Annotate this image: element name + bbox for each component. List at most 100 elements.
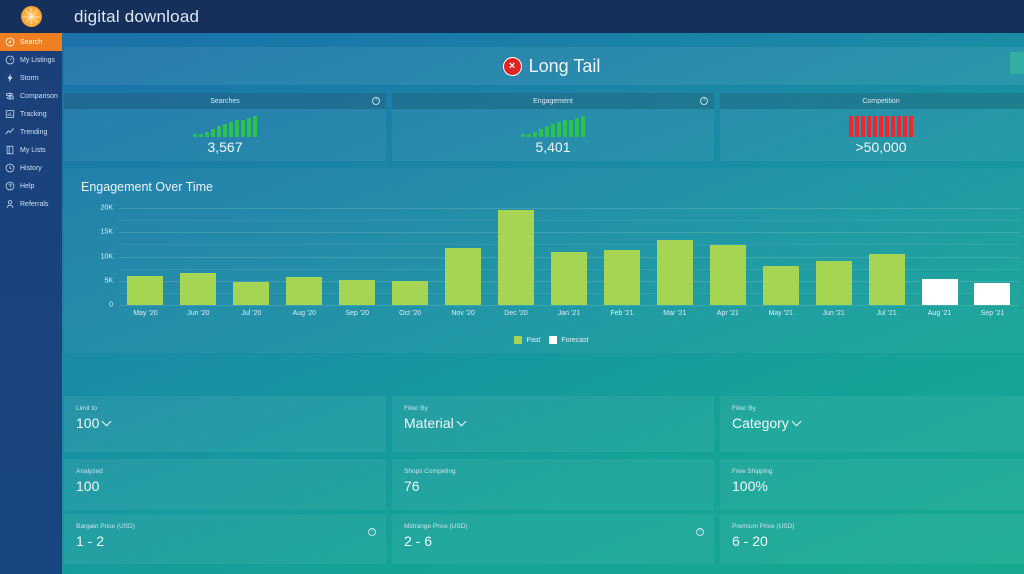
chart-bar[interactable] [127,276,164,305]
chart-bar-slot: Apr '21 [701,208,754,317]
sidebar-item-referrals[interactable]: Referrals [0,195,62,213]
sidebar-item-help[interactable]: Help [0,177,62,195]
chart-bar-slot: Sep '20 [331,208,384,317]
chart-title: Engagement Over Time [81,180,214,194]
filters-cell-limit-to[interactable]: Limit to 100 [64,396,386,452]
chart-x-tick-label: Aug '20 [292,310,317,317]
sparkline-bar [568,119,574,137]
chart-x-tick-label: Mar '21 [663,310,687,317]
sidebar-item-history[interactable]: History [0,159,62,177]
chart-bar[interactable] [656,240,693,305]
chart-y-tick-label: 10K [100,253,113,260]
chevron-down-icon[interactable] [791,416,802,427]
metric-sparkline [192,115,258,137]
chart-legend: Past Forecast [64,336,1024,344]
cell-label: Free Shipping [732,468,773,475]
chart-x-tick-label: Feb '21 [610,310,634,317]
chart-y-tick-label: 5K [104,277,113,285]
chart-x-tick-label: Apr '21 [716,310,739,317]
sidebar-item-search[interactable]: Search [0,33,62,51]
cell-value: Category [732,415,789,431]
bar-chart-icon [5,109,15,119]
chart-bar[interactable] [180,272,217,305]
sidebar-item-label: My Listings [20,56,56,64]
metric-sparkline [848,115,914,137]
filters-cell-filter-by[interactable]: Filter By Material [392,396,714,452]
sparkline-bar [848,115,854,137]
chart-bar[interactable] [921,279,958,305]
chart-bar[interactable] [286,276,323,305]
chart-bar[interactable] [709,245,746,305]
info-question-icon[interactable]: ? [700,97,708,105]
sidebar-item-my-listings[interactable]: My Listings [0,51,62,69]
chart-bar-slot: May '20 [119,208,172,317]
chart-bar[interactable] [233,282,270,305]
sidebar-item-label: Referrals [20,200,49,208]
clock-dial-icon [5,55,15,65]
lightning-icon [5,73,15,83]
chart-bar-slot: Aug '20 [278,208,331,317]
cell-value: 6 - 20 [732,533,768,549]
chart-bar-slot: Feb '21 [595,208,648,317]
chart-bar[interactable] [339,280,376,305]
stats-cell-free-shipping: Free Shipping 100% [720,459,1024,510]
metric-card-label: Engagement [533,97,573,105]
chart-x-tick-label: Oct '20 [399,310,422,317]
sparkline-bar [526,133,532,137]
chart-bar[interactable] [603,249,640,305]
chart-bar[interactable] [392,280,429,305]
sidebar-item-my-lists[interactable]: My Lists [0,141,62,159]
chart-x-tick-label: Sep '21 [980,310,1005,317]
prices-cell-midrange-price-usd: Midrange Price (USD) 2 - 6? [392,514,714,564]
chart-x-tick-label: Jun '21 [822,310,845,317]
sidebar-item-storm[interactable]: Storm [0,69,62,87]
citrus-slice-logo-icon [20,6,42,27]
logo-area[interactable] [0,0,62,33]
cell-value: 1 - 2 [76,533,105,549]
cell-label: Bargain Price (USD) [76,523,135,530]
info-question-icon[interactable]: ? [696,528,704,536]
sidebar-item-comparison[interactable]: Comparison [0,87,62,105]
metric-card-engagement: Engagement? 5,401 [392,93,714,161]
legend-swatch [514,336,523,344]
sparkline-bar [550,123,556,137]
info-question-icon[interactable]: ? [372,97,380,105]
banner-title: Long Tail [528,55,601,76]
sidebar-item-trending[interactable]: Trending [0,123,62,141]
sparkline-bar [246,117,252,137]
metric-card-label: Searches [210,97,240,105]
chart-bar-slot: Sep '21 [966,208,1019,317]
chart-bar[interactable] [815,261,852,305]
chart-bar[interactable] [498,209,535,305]
chart-bar[interactable] [445,247,482,305]
sparkline-bar [192,133,198,137]
cell-label: Filter By [732,405,756,412]
stats-cell-shops-competing: Shops Competing 76 [392,459,714,510]
chart-bar[interactable] [868,253,905,305]
sidebar-item-tracking[interactable]: Tracking [0,105,62,123]
chart-bar[interactable] [550,252,587,305]
prices-cell-premium-price-usd: Premium Price (USD) 6 - 20 [720,514,1024,564]
sidebar-item-label: My Lists [20,146,46,154]
chart-x-tick-label: Jul '21 [876,310,897,317]
sidebar-item-label: Storm [20,74,39,82]
chart-legend-item[interactable]: Past [514,336,540,344]
person-icon [5,199,15,209]
chevron-down-icon[interactable] [456,416,467,427]
signpost-icon [5,91,15,101]
banner-inner: × Long Tail [502,55,601,77]
chart-bar[interactable] [974,282,1011,305]
chart-legend-item[interactable]: Forecast [549,336,589,344]
chart-y-tick-label: 20K [100,204,113,212]
cell-value: Material [404,415,454,431]
logo-spokes [22,8,40,25]
chart-y-tick-label: 15K [100,228,113,236]
filters-cell-filter-by[interactable]: Filter By Category [720,396,1024,452]
sidebar-item-label: Help [20,182,35,190]
chart-bar[interactable] [762,265,799,305]
stats-row: Analyzed 100 Shops Competing 76 Free Shippin… [64,459,1024,510]
sparkline-bar [878,115,884,137]
metric-card-value: 3,567 [207,138,243,155]
chevron-down-icon[interactable] [101,416,112,427]
info-question-icon[interactable]: ? [368,528,376,536]
